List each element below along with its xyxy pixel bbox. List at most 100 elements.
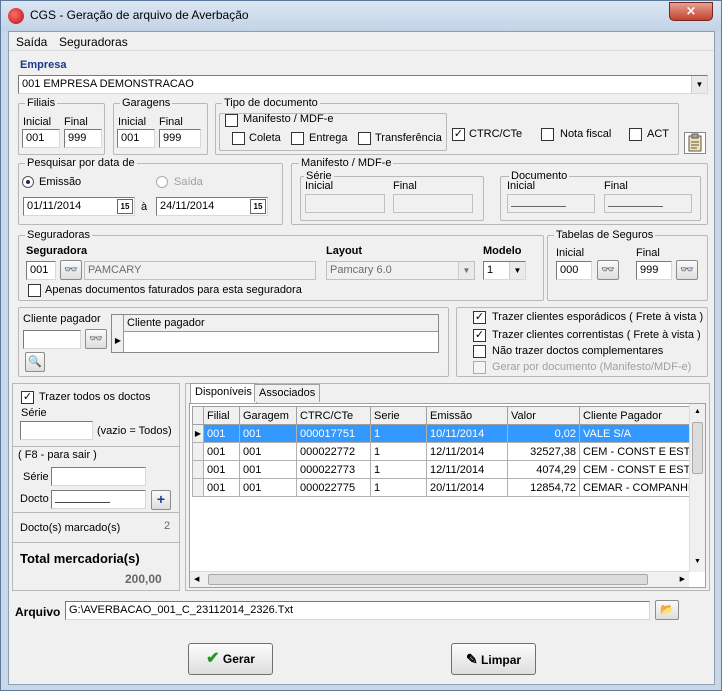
limpar-button[interactable]: ✎ Limpar [451, 643, 536, 675]
calendar-icon[interactable]: 15 [117, 199, 133, 214]
table-row[interactable]: ▶ 001 001 000017751 1 10/11/2014 0,02 VA… [192, 424, 703, 443]
app-icon [8, 8, 24, 24]
serie-inicial-input[interactable] [305, 194, 385, 213]
gerar-button-label: Gerar [222, 652, 255, 666]
tipo-documento-title: Tipo de documento [222, 97, 320, 109]
cliente-pagador-group: Cliente pagador 👓 🔍 ▶ Cliente pagador [18, 307, 449, 377]
serie-filter-input[interactable] [20, 421, 93, 440]
data-inicial-input[interactable]: 01/11/2014 15 [23, 197, 135, 216]
filiais-title: Filiais [25, 97, 58, 109]
menu-saida[interactable]: Saída [16, 35, 47, 49]
gerar-por-documento-checkbox[interactable] [473, 361, 486, 374]
f8-hint: ( F8 - para sair ) [18, 449, 97, 461]
folder-icon[interactable]: 📂 [655, 600, 679, 620]
scroll-thumb[interactable] [692, 422, 703, 474]
ctrc-label: CTRC/CTe [469, 128, 523, 140]
tabelas-seguros-group: Tabelas de Seguros Inicial Final 000 👓 9… [547, 229, 708, 301]
binoculars-icon[interactable]: 👓 [676, 260, 698, 280]
col-filial[interactable]: Filial [203, 406, 240, 425]
filiais-final-input[interactable]: 999 [64, 129, 102, 148]
cliente-pagador-grid[interactable]: ▶ Cliente pagador [111, 314, 439, 353]
scroll-left-icon[interactable]: ◀ [194, 575, 199, 583]
serie2-label: Série [23, 471, 49, 483]
gerar-button[interactable]: ✔ Gerar [188, 643, 273, 675]
trazer-todos-checkbox[interactable]: ✓ [21, 391, 34, 404]
empresa-combo[interactable]: 001 EMPRESA DEMONSTRACAO ▼ [18, 75, 708, 94]
transferencia-checkbox[interactable] [358, 132, 371, 145]
ctrc-checkbox[interactable]: ✓ [452, 128, 465, 141]
horizontal-scrollbar[interactable]: ◀ ▶ [190, 571, 689, 587]
scroll-right-icon[interactable]: ▶ [680, 575, 685, 583]
hscroll-thumb[interactable] [208, 574, 648, 585]
row-indicator-icon: ▶ [114, 336, 122, 345]
binoculars-icon[interactable]: 👓 [597, 260, 619, 280]
scroll-down-icon[interactable]: ▼ [694, 558, 701, 565]
nao-complementares-label: Não trazer doctos complementares [492, 345, 664, 357]
empresa-value: 001 EMPRESA DEMONSTRACAO [22, 78, 194, 90]
garagens-title: Garagens [120, 97, 173, 109]
act-checkbox[interactable] [629, 128, 642, 141]
manifesto-label: Manifesto / MDF-e [243, 113, 334, 125]
layout-combo[interactable]: Pamcary 6.0 ▼ [326, 261, 475, 280]
seguradoras-group: Seguradoras Seguradora 001 👓 PAMCARY Lay… [18, 229, 544, 301]
close-button[interactable]: × [669, 2, 713, 21]
binoculars-icon[interactable]: 👓 [85, 329, 107, 349]
saida-radio[interactable] [156, 176, 168, 188]
tabelas-inicial-input[interactable]: 000 [556, 261, 592, 280]
tabelas-inicial-label: Inicial [556, 247, 585, 259]
manifesto-checkbox[interactable] [225, 114, 238, 127]
modelo-combo[interactable]: 1 ▼ [483, 261, 526, 280]
coleta-checkbox[interactable] [232, 132, 245, 145]
data-final-input[interactable]: 24/11/2014 15 [156, 197, 268, 216]
cliente-pagador-input[interactable] [23, 330, 81, 349]
table-row[interactable]: 001 001 000022773 1 12/11/2014 4074,29 C… [192, 460, 703, 479]
apenas-faturados-checkbox[interactable] [28, 284, 41, 297]
chevron-down-icon[interactable]: ▼ [458, 262, 474, 279]
menu-seguradoras[interactable]: Seguradoras [59, 35, 128, 49]
table-row[interactable]: 001 001 000022772 1 12/11/2014 32527,38 … [192, 442, 703, 461]
data-final-value: 24/11/2014 [160, 200, 215, 212]
tabelas-title: Tabelas de Seguros [554, 229, 656, 241]
entrega-checkbox[interactable] [291, 132, 304, 145]
clipboard-icon[interactable] [684, 132, 706, 154]
nota-fiscal-checkbox[interactable] [541, 128, 554, 141]
serie-final-input[interactable] [393, 194, 473, 213]
zoom-icon[interactable]: 🔍 [25, 352, 45, 372]
col-cliente-pagador[interactable]: Cliente Pagador [578, 406, 703, 425]
col-valor[interactable]: Valor [507, 406, 580, 425]
serie2-input[interactable] [51, 467, 146, 486]
garagens-inicial-input[interactable]: 001 [117, 129, 155, 148]
documents-grid[interactable]: Filial Garagem CTRC/CTe Serie Emissão Va… [189, 403, 706, 588]
tabelas-final-input[interactable]: 999 [636, 261, 672, 280]
doc-final-input[interactable] [604, 194, 692, 213]
vazio-hint: (vazio = Todos) [97, 425, 172, 437]
binoculars-icon[interactable]: 👓 [60, 260, 82, 280]
nao-complementares-checkbox[interactable] [473, 345, 486, 358]
add-icon[interactable]: + [151, 490, 171, 510]
correntistas-checkbox[interactable]: ✓ [473, 329, 486, 342]
window-title: CGS - Geração de arquivo de Averbação [30, 8, 249, 22]
col-serie[interactable]: Serie [370, 406, 427, 425]
doc-inicial-input[interactable] [507, 194, 595, 213]
arquivo-input[interactable]: G:\AVERBACAO_001_C_23112014_2326.Txt [65, 601, 650, 620]
chevron-down-icon[interactable]: ▼ [691, 76, 707, 93]
col-emissao[interactable]: Emissão [426, 406, 508, 425]
emissao-radio[interactable] [22, 176, 34, 188]
docto-input[interactable] [51, 490, 146, 509]
calendar-icon[interactable]: 15 [250, 199, 266, 214]
esporadicos-checkbox[interactable]: ✓ [473, 311, 486, 324]
seguradora-codigo-input[interactable]: 001 [26, 261, 56, 280]
tab-disponiveis[interactable]: Disponíveis [190, 383, 257, 403]
tab-associados[interactable]: Associados [254, 384, 321, 402]
chevron-down-icon[interactable]: ▼ [509, 262, 525, 279]
documento-subgroup: Documento Inicial Final [500, 170, 701, 221]
act-label: ACT [647, 128, 669, 140]
filiais-inicial-input[interactable]: 001 [22, 129, 60, 148]
vertical-scrollbar[interactable]: ▲ ▼ [689, 404, 705, 572]
col-ctrc[interactable]: CTRC/CTe [296, 406, 371, 425]
col-garagem[interactable]: Garagem [239, 406, 297, 425]
app-window: CGS - Geração de arquivo de Averbação × … [0, 0, 722, 691]
garagens-final-input[interactable]: 999 [159, 129, 201, 148]
scroll-up-icon[interactable]: ▲ [694, 408, 701, 415]
table-row[interactable]: 001 001 000022775 1 20/11/2014 12854,72 … [192, 478, 703, 497]
